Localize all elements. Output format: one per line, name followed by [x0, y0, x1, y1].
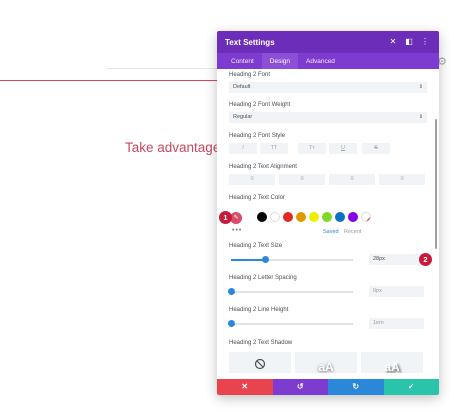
- no-color-icon: [366, 217, 370, 221]
- underline-button[interactable]: U: [329, 143, 357, 154]
- align-right-button[interactable]: ≡: [329, 174, 375, 185]
- slider-handle[interactable]: [228, 320, 235, 327]
- swatch-blue[interactable]: [335, 212, 345, 222]
- shadow-preset-1[interactable]: aA: [295, 352, 357, 373]
- strikethrough-button[interactable]: S: [362, 143, 390, 154]
- swatch-orange[interactable]: [296, 212, 306, 222]
- slider-fill: [231, 259, 266, 261]
- cancel-button[interactable]: ✕: [217, 379, 273, 395]
- shadow-preset-2[interactable]: aA: [361, 352, 423, 373]
- align-center-icon: ≡: [300, 176, 304, 182]
- modal-header[interactable]: Text Settings ✕ ◧ ⋮: [217, 31, 439, 53]
- align-justify-icon: ≡: [400, 176, 404, 182]
- close-icon[interactable]: ✕: [387, 36, 399, 48]
- select-arrow-icon: ⇕: [418, 114, 423, 120]
- text-size-label: Heading 2 Text Size: [229, 243, 283, 249]
- font-weight-select[interactable]: Regular ⇕: [229, 112, 427, 123]
- slider-handle[interactable]: [262, 256, 270, 263]
- letter-spacing-slider[interactable]: [228, 288, 353, 295]
- align-center-button[interactable]: ≡: [279, 174, 325, 185]
- line-height-label: Heading 2 Line Height: [229, 307, 289, 313]
- text-color-label: Heading 2 Text Color: [229, 195, 285, 201]
- uppercase-button[interactable]: TT: [260, 143, 288, 154]
- section-accent-line: [0, 80, 218, 81]
- expand-icon[interactable]: ◧: [403, 36, 415, 48]
- select-arrow-icon: ⇕: [418, 84, 423, 90]
- font-select-value: Default: [233, 84, 251, 90]
- text-size-input[interactable]: 28px: [369, 254, 424, 265]
- align-justify-button[interactable]: ≡: [379, 174, 425, 185]
- swatch-black[interactable]: [257, 212, 267, 222]
- scrollbar[interactable]: [435, 119, 437, 249]
- settings-body: Heading 2 Font Default ⇕ Heading 2 Font …: [217, 69, 439, 373]
- align-left-button[interactable]: ≡: [229, 174, 275, 185]
- italic-button[interactable]: I: [229, 143, 257, 154]
- letter-spacing-input[interactable]: 0px: [369, 286, 424, 297]
- line-height-input[interactable]: 1em: [369, 318, 424, 329]
- checkmark-icon: ✓: [407, 382, 415, 391]
- more-colors-icon[interactable]: •••: [232, 227, 242, 234]
- background-headline[interactable]: Take advantage o: [125, 140, 217, 155]
- color-swatches: [229, 212, 429, 222]
- swatch-white[interactable]: [270, 212, 280, 222]
- swatch-yellow[interactable]: [309, 212, 319, 222]
- font-weight-value: Regular: [233, 114, 253, 120]
- no-shadow-icon: [254, 358, 266, 370]
- modal-title: Text Settings: [225, 37, 275, 47]
- text-shadow-label: Heading 2 Text Shadow: [229, 340, 293, 346]
- font-label: Heading 2 Font: [229, 72, 271, 78]
- close-icon: ✕: [241, 382, 249, 391]
- swatch-none[interactable]: [361, 212, 371, 222]
- text-settings-modal: Text Settings ✕ ◧ ⋮ Content Design Advan…: [217, 31, 439, 395]
- tab-bar: Content Design Advanced: [217, 53, 439, 69]
- align-right-icon: ≡: [350, 176, 354, 182]
- modal-footer: ✕ ↺ ↻ ✓: [217, 379, 439, 395]
- shadow-none-option[interactable]: [229, 352, 291, 373]
- font-style-label: Heading 2 Font Style: [229, 133, 286, 139]
- tab-advanced[interactable]: Advanced: [298, 53, 343, 69]
- tab-design[interactable]: Design: [261, 53, 299, 69]
- tab-content[interactable]: Content: [223, 53, 262, 69]
- slider-handle[interactable]: [228, 288, 235, 295]
- swatch-red[interactable]: [283, 212, 293, 222]
- swatch-purple[interactable]: [348, 212, 358, 222]
- page: Take advantage o ⚙ Text Settings ✕ ◧ ⋮ C…: [0, 0, 474, 417]
- text-size-slider[interactable]: [231, 256, 353, 263]
- line-height-slider[interactable]: [228, 320, 353, 327]
- more-options-icon[interactable]: ⋮: [419, 36, 431, 48]
- redo-button[interactable]: ↻: [328, 379, 384, 395]
- saved-colors-tab[interactable]: Saved: [323, 229, 339, 235]
- recent-colors-tab[interactable]: Recent: [344, 229, 361, 235]
- save-button[interactable]: ✓: [383, 379, 439, 395]
- font-select[interactable]: Default ⇕: [229, 82, 427, 93]
- undo-button[interactable]: ↺: [272, 379, 328, 395]
- font-weight-label: Heading 2 Font Weight: [229, 102, 291, 108]
- redo-icon: ↻: [352, 382, 360, 391]
- capitalize-button[interactable]: Tт: [298, 143, 326, 154]
- text-alignment-label: Heading 2 Text Alignment: [229, 164, 297, 170]
- step-badge-2: 2: [419, 253, 432, 266]
- letter-spacing-label: Heading 2 Letter Spacing: [229, 275, 297, 281]
- undo-icon: ↺: [296, 382, 304, 391]
- align-left-icon: ≡: [250, 176, 254, 182]
- swatch-green[interactable]: [322, 212, 332, 222]
